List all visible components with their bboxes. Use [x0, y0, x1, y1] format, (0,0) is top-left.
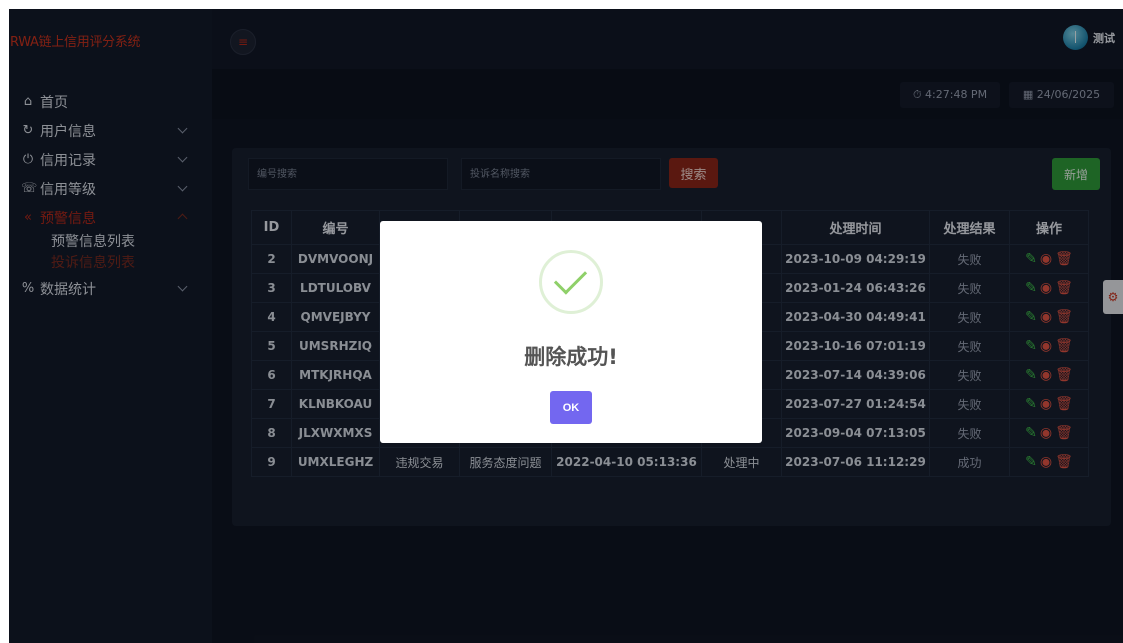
ok-button[interactable]: OK [550, 391, 592, 424]
modal-overlay: 删除成功! OK [9, 9, 1123, 643]
dialog-title: 删除成功! [524, 345, 618, 369]
success-dialog: 删除成功! OK [380, 221, 762, 443]
app-frame: RWA链上信用评分系统 ⌂ 首页 ↻ 用户信息 ⏻ 信用记录 ☏ 信用等级 «预警信息 预警信息列… [9, 9, 1123, 643]
success-check-icon [539, 250, 603, 314]
